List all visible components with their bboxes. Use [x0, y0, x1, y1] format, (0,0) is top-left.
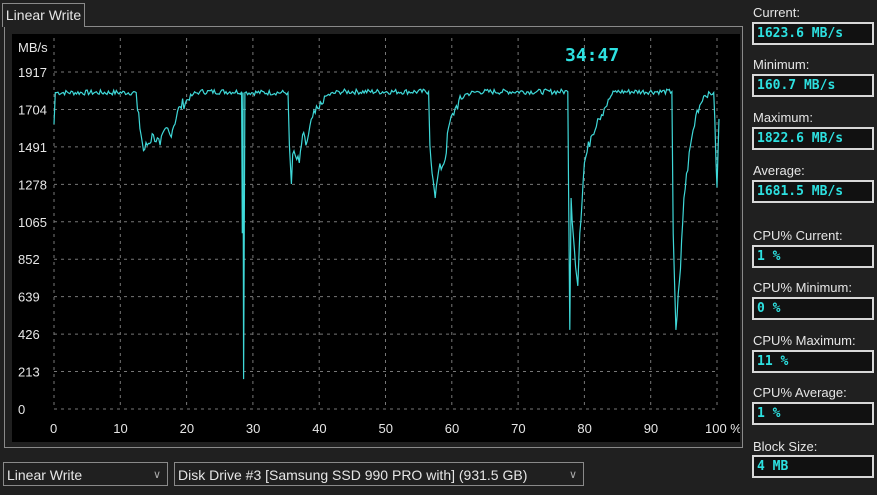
- x-tick-label: 80: [577, 421, 591, 436]
- y-tick-label: 1704: [18, 102, 47, 117]
- drive-select[interactable]: Disk Drive #3 [Samsung SSD 990 PRO with]…: [174, 462, 584, 486]
- stat-value: 1 %: [752, 402, 874, 425]
- y-tick-label: 639: [18, 290, 40, 305]
- stat-label: CPU% Average:: [753, 385, 847, 400]
- elapsed-timer: 34:47: [565, 45, 619, 66]
- chart-area: 0 213 426 639 852 1065 1278 1491 1704 1917 MB/s 0 10…: [12, 34, 740, 442]
- chevron-down-icon: ∨: [568, 469, 577, 481]
- stat-label: Average:: [753, 163, 805, 178]
- stat-label: CPU% Minimum:: [753, 280, 852, 295]
- y-tick-label: 213: [18, 365, 40, 380]
- x-tick-label: 40: [312, 421, 326, 436]
- x-tick-label: 70: [511, 421, 525, 436]
- y-tick-label: 426: [18, 327, 40, 342]
- chevron-down-icon: ∨: [152, 469, 161, 481]
- x-tick-label: 10: [113, 421, 127, 436]
- y-axis-label: MB/s: [18, 40, 48, 55]
- x-tick-label: 100 %: [705, 421, 740, 436]
- speed-series-line: [53, 87, 720, 380]
- stat-label: Block Size:: [753, 439, 818, 454]
- stat-label: Maximum:: [753, 110, 813, 125]
- stat-value: 0 %: [752, 297, 874, 320]
- stat-value: 4 MB: [752, 455, 874, 478]
- stat-value: 1822.6 MB/s: [752, 127, 874, 150]
- x-tick-label: 60: [445, 421, 459, 436]
- x-tick-label: 20: [180, 421, 194, 436]
- stat-value: 1623.6 MB/s: [752, 22, 874, 45]
- stat-value: 11 %: [752, 350, 874, 373]
- test-select-value: Linear Write: [7, 467, 83, 483]
- x-tick-label: 0: [50, 421, 57, 436]
- tab-linear-write[interactable]: Linear Write: [2, 3, 85, 27]
- stat-label: CPU% Current:: [753, 228, 843, 243]
- stat-value: 160.7 MB/s: [752, 74, 874, 97]
- x-tick-label: 30: [246, 421, 260, 436]
- speed-chart: 0 213 426 639 852 1065 1278 1491 1704 1917 MB/s 0 10…: [18, 38, 740, 436]
- x-tick-label: 90: [644, 421, 658, 436]
- stat-value: 1681.5 MB/s: [752, 180, 874, 203]
- test-select[interactable]: Linear Write ∨: [3, 462, 168, 486]
- stat-label: Minimum:: [753, 57, 810, 72]
- y-tick-label: 1278: [18, 177, 47, 192]
- drive-select-value: Disk Drive #3 [Samsung SSD 990 PRO with]…: [178, 467, 528, 483]
- stat-value: 1 %: [752, 245, 874, 268]
- y-tick-label: 0: [18, 402, 25, 417]
- stat-label: Current:: [753, 5, 800, 20]
- stat-label: CPU% Maximum:: [753, 333, 856, 348]
- y-tick-label: 1917: [18, 65, 47, 80]
- y-tick-label: 1491: [18, 140, 47, 155]
- y-tick-label: 1065: [18, 215, 47, 230]
- x-tick-label: 50: [379, 421, 393, 436]
- y-tick-label: 852: [18, 252, 40, 267]
